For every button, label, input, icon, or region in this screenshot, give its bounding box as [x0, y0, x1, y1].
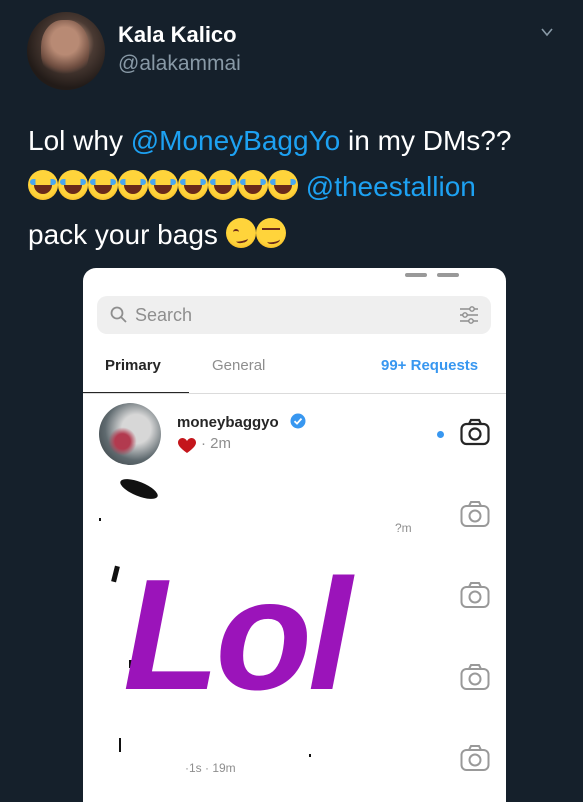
heart-icon: [178, 438, 196, 459]
camera-icon[interactable]: [460, 581, 490, 609]
camera-icon[interactable]: [460, 744, 490, 772]
search-input[interactable]: Search: [97, 296, 491, 334]
redacted-fragment: [111, 565, 120, 583]
mention-link[interactable]: @MoneyBaggYo: [131, 125, 341, 156]
redacted-fragment: [99, 518, 101, 521]
camera-icon[interactable]: [460, 418, 490, 446]
filter-icon[interactable]: [459, 306, 479, 329]
redacted-fragment: [119, 738, 121, 752]
laughing-emoji-icon: [268, 170, 298, 200]
laughing-emoji-icon: [238, 170, 268, 200]
tweet-text: pack your bags: [28, 219, 218, 250]
user-handle[interactable]: @alakammai: [118, 52, 241, 76]
display-name[interactable]: Kala Kalico: [118, 22, 237, 48]
mention-link[interactable]: @theestallion: [306, 171, 476, 202]
tweet-line-3: pack your bags: [28, 218, 286, 252]
laughing-emoji-icon: [178, 170, 208, 200]
active-tab-indicator: [83, 392, 189, 393]
tabs-divider: [83, 393, 506, 394]
camera-icon[interactable]: [460, 663, 490, 691]
redacted-avatar-fragment: [117, 475, 161, 503]
redacted-fragment: [309, 754, 311, 757]
faded-time: ?m: [395, 521, 412, 535]
search-icon: [110, 306, 128, 329]
chevron-down-icon[interactable]: [541, 26, 553, 38]
smirk-emoji-icon: [255, 218, 286, 248]
search-placeholder: Search: [135, 305, 193, 325]
tweet-line-2: @theestallion: [28, 170, 476, 204]
camera-icon[interactable]: [460, 500, 490, 528]
avatar[interactable]: [27, 12, 105, 90]
laughing-emoji-icon: [58, 170, 88, 200]
tab-requests[interactable]: 99+ Requests: [381, 357, 478, 374]
laughing-emoji-icon: [148, 170, 178, 200]
tweet-text: Lol why: [28, 125, 131, 156]
tweet-line-1: Lol why @MoneyBaggYo in my DMs??: [28, 124, 511, 158]
dm-username[interactable]: moneybaggyo: [177, 414, 279, 431]
verified-icon: [290, 413, 306, 434]
tab-primary[interactable]: Primary: [105, 357, 161, 374]
tab-general[interactable]: General: [212, 357, 265, 374]
dm-avatar[interactable]: [99, 403, 161, 465]
laughing-emoji-icon: [88, 170, 118, 200]
woozy-emoji-icon: [225, 218, 256, 248]
laughing-emoji-icon: [118, 170, 148, 200]
tweet-text: in my DMs??: [340, 125, 512, 156]
laughing-emoji-icon: [208, 170, 238, 200]
laughing-emoji-icon: [28, 170, 58, 200]
dm-screenshot[interactable]: Search Primary General 99+ Requests mone…: [83, 268, 506, 802]
unread-indicator: [437, 431, 444, 438]
overlay-lol-text: Lol: [123, 547, 352, 723]
status-marks: [405, 268, 485, 277]
faded-time: ·1s · 19m: [185, 761, 236, 775]
dm-time: · 2m: [201, 435, 231, 452]
